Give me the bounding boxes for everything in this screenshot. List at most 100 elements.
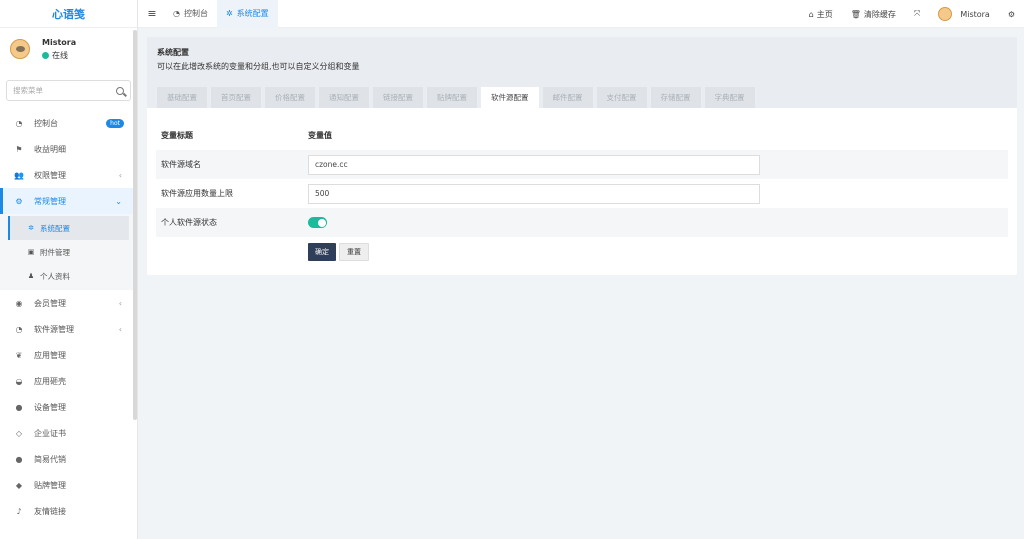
table-header: 变量标题 变量值 <box>156 121 1008 150</box>
search-icon[interactable] <box>116 86 124 95</box>
sidebar-item-label: 企业证书 <box>34 428 66 438</box>
cogs-icon: ⚙ <box>1007 9 1015 19</box>
link-icon: ♪ <box>16 506 22 516</box>
tab-storage[interactable]: 存储配置 <box>650 87 701 108</box>
panel-header: 系统配置 可以在此增改系统的变量和分组,也可以自定义分组和变量 基础配置 首页配… <box>147 37 1017 108</box>
sidebar-item-resale[interactable]: ● 简易代销 <box>0 446 137 472</box>
search-input[interactable]: 搜索菜单 <box>6 80 131 101</box>
sidebar-item-members[interactable]: ◉ 会员管理 ‹ <box>0 290 137 316</box>
sidebar-item-label: 控制台 <box>34 118 58 128</box>
sidebar-item-label: 会员管理 <box>34 298 66 308</box>
sidebar-item-label: 常规管理 <box>34 196 66 206</box>
tab-software-source[interactable]: 软件源配置 <box>481 87 539 108</box>
sidebar-scrollbar[interactable] <box>133 30 137 420</box>
sidebar-item-app-decrypt[interactable]: ◒ 应用砸壳 <box>0 368 137 394</box>
tag-icon: ◆ <box>15 480 23 490</box>
device-icon: ● <box>15 402 23 412</box>
file-image-icon: ▣ <box>27 248 35 256</box>
flag-icon: ⚑ <box>15 144 23 154</box>
tab-dashboard[interactable]: ◔ 控制台 <box>164 0 217 28</box>
sidebar-item-label: 软件源管理 <box>34 324 74 334</box>
sidebar-menu: ◔ 控制台 hot ⚑ 收益明细 👥 权限管理 ‹ ⚙ 常规管理 ⌄ ✲ 系统配… <box>0 110 137 524</box>
confirm-button[interactable]: 确定 <box>308 243 336 261</box>
personal-source-toggle[interactable] <box>308 217 327 228</box>
chevron-left-icon: ‹ <box>118 298 122 308</box>
menu-toggle-icon[interactable]: ≡ <box>140 7 164 20</box>
sidebar-item-label: 权限管理 <box>34 170 66 180</box>
trash-icon: 🗑 <box>850 9 861 19</box>
config-panel: 系统配置 可以在此增改系统的变量和分组,也可以自定义分组和变量 基础配置 首页配… <box>147 37 1017 275</box>
table-row: 软件源应用数量上限 500 <box>156 179 1008 208</box>
sidebar-item-software-source[interactable]: ◔ 软件源管理 ‹ <box>0 316 137 342</box>
fullscreen-button[interactable]: ⤧ <box>905 9 929 19</box>
avatar <box>10 39 30 59</box>
tab-label: 控制台 <box>183 9 208 18</box>
sidebar-item-label: 收益明细 <box>34 144 66 154</box>
reset-button[interactable]: 重置 <box>339 243 369 261</box>
sidebar: 心语笺 Mistora 在线 搜索菜单 ◔ 控制台 hot ⚑ 收益明细 👥 权… <box>0 0 138 539</box>
settings-button[interactable]: ⚙ <box>999 10 1024 19</box>
sidebar-item-links[interactable]: ♪ 友情链接 <box>0 498 137 524</box>
cog-icon: ✲ <box>28 224 34 232</box>
tab-basic[interactable]: 基础配置 <box>157 87 207 108</box>
form-actions: 确定 重置 <box>308 243 1008 261</box>
chevron-down-icon: ⌄ <box>115 196 122 206</box>
sidebar-item-earnings[interactable]: ⚑ 收益明细 <box>0 136 137 162</box>
sidebar-item-general[interactable]: ⚙ 常规管理 ⌄ <box>0 188 137 214</box>
tab-system-config[interactable]: ✲ 系统配置 <box>216 0 278 28</box>
sidebar-item-devices[interactable]: ● 设备管理 <box>0 394 137 420</box>
sidebar-item-profile[interactable]: ♟ 个人资料 <box>8 264 129 288</box>
chevron-left-icon: ‹ <box>118 170 122 180</box>
sidebar-item-apps[interactable]: ❦ 应用管理 <box>0 342 137 368</box>
sidebar-item-attachments[interactable]: ▣ 附件管理 <box>8 240 129 264</box>
table-row: 软件源域名 czone.cc <box>156 150 1008 179</box>
comment-icon: ● <box>15 454 23 464</box>
cog-icon: ✲ <box>225 9 233 18</box>
tab-homepage[interactable]: 首页配置 <box>211 87 261 108</box>
sidebar-item-label: 贴牌管理 <box>34 480 66 490</box>
tab-links[interactable]: 链接配置 <box>373 87 423 108</box>
sidebar-item-label: 个人资料 <box>40 271 70 281</box>
app-limit-input[interactable]: 500 <box>308 183 760 204</box>
table-row: 个人软件源状态 <box>156 208 1008 237</box>
header-value: 变量值 <box>308 131 332 140</box>
dashboard-icon: ◔ <box>15 324 23 334</box>
chevron-left-icon: ‹ <box>118 324 122 334</box>
user-menu[interactable]: Mistora <box>929 7 999 21</box>
sidebar-item-dashboard[interactable]: ◔ 控制台 hot <box>0 110 137 136</box>
page-description: 可以在此增改系统的变量和分组,也可以自定义分组和变量 <box>157 62 360 71</box>
user-icon: ♟ <box>27 272 35 280</box>
sidebar-item-system-config[interactable]: ✲ 系统配置 <box>8 216 129 240</box>
sidebar-item-permissions[interactable]: 👥 权限管理 ‹ <box>0 162 137 188</box>
users-icon: 👥 <box>14 170 24 180</box>
tab-label: 系统配置 <box>236 9 269 18</box>
cogs-icon: ⚙ <box>15 196 23 206</box>
home-link[interactable]: ⌂ 主页 <box>800 9 842 20</box>
sidebar-item-branding[interactable]: ◆ 贴牌管理 <box>0 472 137 498</box>
tab-notify[interactable]: 通知配置 <box>319 87 369 108</box>
page-title: 系统配置 <box>157 48 189 57</box>
online-dot-icon <box>42 51 49 59</box>
tab-branding[interactable]: 贴牌配置 <box>427 87 477 108</box>
home-label: 主页 <box>816 9 833 19</box>
user-name: Mistora <box>42 37 77 47</box>
shell-icon: ◒ <box>15 376 23 386</box>
tab-dictionary[interactable]: 字典配置 <box>704 87 755 108</box>
dashboard-icon: ◔ <box>173 9 180 18</box>
expand-icon: ⤧ <box>913 9 921 18</box>
clear-cache-button[interactable]: 🗑 清除缓存 <box>842 9 905 20</box>
tab-price[interactable]: 价格配置 <box>265 87 315 108</box>
diamond-icon: ◇ <box>15 428 23 438</box>
app-logo[interactable]: 心语笺 <box>0 0 137 28</box>
user-status: 在线 <box>42 50 76 61</box>
tab-payment[interactable]: 支付配置 <box>596 87 647 108</box>
user-circle-icon: ◉ <box>15 298 23 308</box>
row-label: 软件源应用数量上限 <box>161 189 233 198</box>
sidebar-item-label: 应用砸壳 <box>34 376 66 386</box>
sidebar-item-certificates[interactable]: ◇ 企业证书 <box>0 420 137 446</box>
source-domain-input[interactable]: czone.cc <box>308 154 760 175</box>
topbar: ≡ ◔ 控制台 ✲ 系统配置 ⌂ 主页 🗑 清除缓存 ⤧ Mistora ⚙ <box>138 0 1024 28</box>
dashboard-icon: ◔ <box>15 118 23 128</box>
tab-email[interactable]: 邮件配置 <box>542 87 593 108</box>
sidebar-item-label: 系统配置 <box>40 223 70 233</box>
